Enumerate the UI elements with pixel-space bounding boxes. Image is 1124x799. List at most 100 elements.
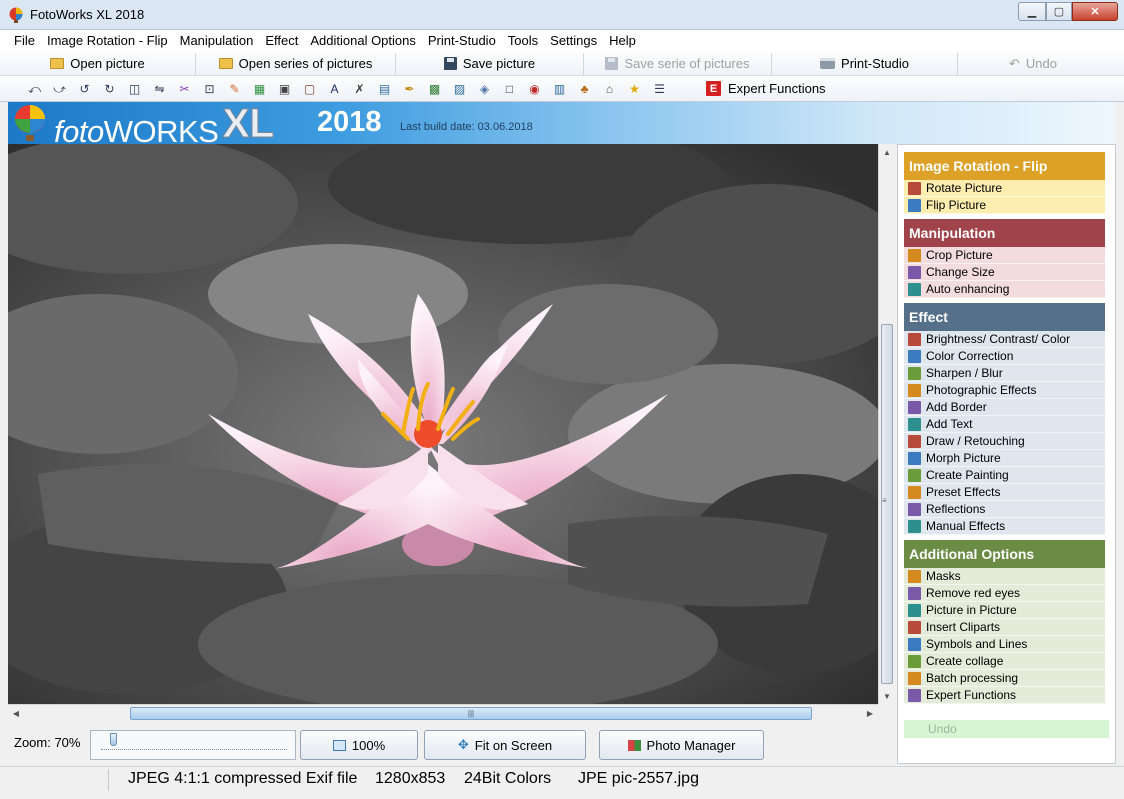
rotate-cw-icon[interactable]: ↻ [97, 79, 122, 99]
sidebar-item-label: Symbols and Lines [926, 637, 1028, 651]
sidebar-item[interactable]: Rotate Picture [904, 180, 1105, 197]
save-series-label: Save serie of pictures [624, 56, 750, 71]
open-picture-button[interactable]: Open picture [0, 52, 196, 75]
batch-icon[interactable]: ☰ [647, 79, 672, 99]
sidebar-item-icon [908, 603, 921, 617]
sidebar-section-header[interactable]: Effect [904, 303, 1105, 331]
sidebar-item[interactable]: Batch processing [904, 670, 1105, 687]
close-button[interactable]: ✕ [1072, 2, 1118, 21]
sidebar-item[interactable]: Create collage [904, 653, 1105, 670]
sidebar-item-icon [908, 332, 921, 346]
rotate-ccw-icon[interactable]: ↺ [72, 79, 97, 99]
sidebar-item[interactable]: Draw / Retouching [904, 433, 1105, 450]
manual-icon-glyph: ◈ [479, 81, 490, 96]
symbols-icon[interactable]: ⌂ [597, 79, 622, 99]
sidebar-item[interactable]: Flip Picture [904, 197, 1105, 214]
preset-icon[interactable]: ▩ [422, 79, 447, 99]
text-icon[interactable]: A [322, 79, 347, 99]
save-picture-label: Save picture [462, 56, 536, 71]
sidebar-item[interactable]: Insert Cliparts [904, 619, 1105, 636]
menu-settings[interactable]: Settings [544, 30, 603, 52]
menu-help[interactable]: Help [603, 30, 642, 52]
flip-3d-icon[interactable]: ◫ [122, 79, 147, 99]
sidebar-item[interactable]: Remove red eyes [904, 585, 1105, 602]
sidebar-undo-button[interactable]: Undo [904, 720, 1109, 738]
fit-screen-button[interactable]: ✥ Fit on Screen [424, 730, 586, 760]
undo-button[interactable]: ↶ Undo [958, 53, 1108, 75]
resize-icon[interactable]: ⊡ [197, 79, 222, 99]
menu-additional-options[interactable]: Additional Options [304, 30, 422, 52]
manual-icon[interactable]: ◈ [472, 79, 497, 99]
sidebar-item[interactable]: Picture in Picture [904, 602, 1105, 619]
horizontal-scrollbar[interactable]: ◀ ||| ▶ [8, 704, 878, 721]
sidebar-item[interactable]: Symbols and Lines [904, 636, 1105, 653]
expert-functions-button[interactable]: E Expert Functions [706, 81, 826, 96]
sidebar-section-header[interactable]: Additional Options [904, 540, 1105, 568]
collage-icon[interactable]: ★ [622, 79, 647, 99]
sidebar-item[interactable]: Masks [904, 568, 1105, 585]
mask-icon[interactable]: □ [497, 79, 522, 99]
rotate-left-icon[interactable]: ⤺ [22, 79, 47, 99]
maximize-button[interactable]: ▢ [1046, 2, 1072, 21]
actual-size-button[interactable]: 100% [300, 730, 418, 760]
sidebar-item[interactable]: Reflections [904, 501, 1105, 518]
sidebar-item[interactable]: Auto enhancing [904, 281, 1105, 298]
print-studio-button[interactable]: Print-Studio [772, 52, 958, 75]
scroll-down-arrow[interactable]: ▼ [879, 688, 895, 704]
sidebar-item[interactable]: Expert Functions [904, 687, 1105, 704]
status-bar: JPEG 4:1:1 compressed Exif file 1280x853… [0, 766, 1124, 792]
menu-file[interactable]: File [8, 30, 41, 52]
sidebar-item[interactable]: Photographic Effects [904, 382, 1105, 399]
sidebar-item[interactable]: Brightness/ Contrast/ Color [904, 331, 1105, 348]
reflection-icon[interactable]: ▨ [447, 79, 472, 99]
border-icon[interactable]: ▢ [297, 79, 322, 99]
save-series-button[interactable]: Save serie of pictures [584, 52, 772, 75]
sidebar-item[interactable]: Add Border [904, 399, 1105, 416]
zoom-slider-thumb[interactable] [110, 733, 118, 746]
flip-icon[interactable]: ⇋ [147, 79, 172, 99]
sidebar-item[interactable]: Morph Picture [904, 450, 1105, 467]
menu-image-rotation[interactable]: Image Rotation - Flip [41, 30, 174, 52]
sidebar-item[interactable]: Crop Picture [904, 247, 1105, 264]
rotate-right-icon[interactable]: ⤻ [47, 79, 72, 99]
picture-in-picture-icon[interactable]: ▥ [547, 79, 572, 99]
sidebar-item[interactable]: Change Size [904, 264, 1105, 281]
camera-icon[interactable]: ▣ [272, 79, 297, 99]
print-studio-label: Print-Studio [841, 56, 909, 71]
crop-icon[interactable]: ✂ [172, 79, 197, 99]
sidebar-item[interactable]: Add Text [904, 416, 1105, 433]
sidebar-item-label: Morph Picture [926, 451, 1001, 465]
sidebar-item-label: Color Correction [926, 349, 1014, 363]
morph-icon[interactable]: ▤ [372, 79, 397, 99]
sidebar-item-label: Masks [926, 569, 961, 583]
clipart-icon[interactable]: ♣ [572, 79, 597, 99]
menu-print-studio[interactable]: Print-Studio [422, 30, 502, 52]
save-picture-button[interactable]: Save picture [396, 52, 584, 75]
vertical-scrollbar[interactable]: ▲ ≡ ▼ [878, 144, 894, 704]
draw-icon[interactable]: ✗ [347, 79, 372, 99]
photo-manager-button[interactable]: Photo Manager [599, 730, 764, 760]
open-series-button[interactable]: Open series of pictures [196, 52, 396, 75]
horizontal-scroll-thumb[interactable]: ||| [130, 707, 812, 720]
sidebar-item[interactable]: Create Painting [904, 467, 1105, 484]
enhance-icon[interactable]: ✎ [222, 79, 247, 99]
zoom-slider[interactable] [90, 730, 296, 760]
scroll-right-arrow[interactable]: ▶ [862, 705, 878, 721]
menu-tools[interactable]: Tools [502, 30, 544, 52]
sidebar-item-label: Auto enhancing [926, 282, 1010, 296]
sidebar-section-header[interactable]: Image Rotation - Flip [904, 152, 1105, 180]
sidebar-section-header[interactable]: Manipulation [904, 219, 1105, 247]
scroll-up-arrow[interactable]: ▲ [879, 144, 895, 160]
sidebar-item[interactable]: Manual Effects [904, 518, 1105, 535]
color-icon[interactable]: ▦ [247, 79, 272, 99]
red-eye-icon[interactable]: ◉ [522, 79, 547, 99]
menu-effect[interactable]: Effect [259, 30, 304, 52]
sidebar-item[interactable]: Color Correction [904, 348, 1105, 365]
sidebar-item[interactable]: Sharpen / Blur [904, 365, 1105, 382]
photo-canvas[interactable] [8, 144, 878, 704]
scroll-left-arrow[interactable]: ◀ [8, 705, 24, 721]
painting-icon[interactable]: ✒ [397, 79, 422, 99]
minimize-button[interactable]: ▁ [1018, 2, 1046, 21]
sidebar-item[interactable]: Preset Effects [904, 484, 1105, 501]
menu-manipulation[interactable]: Manipulation [174, 30, 260, 52]
